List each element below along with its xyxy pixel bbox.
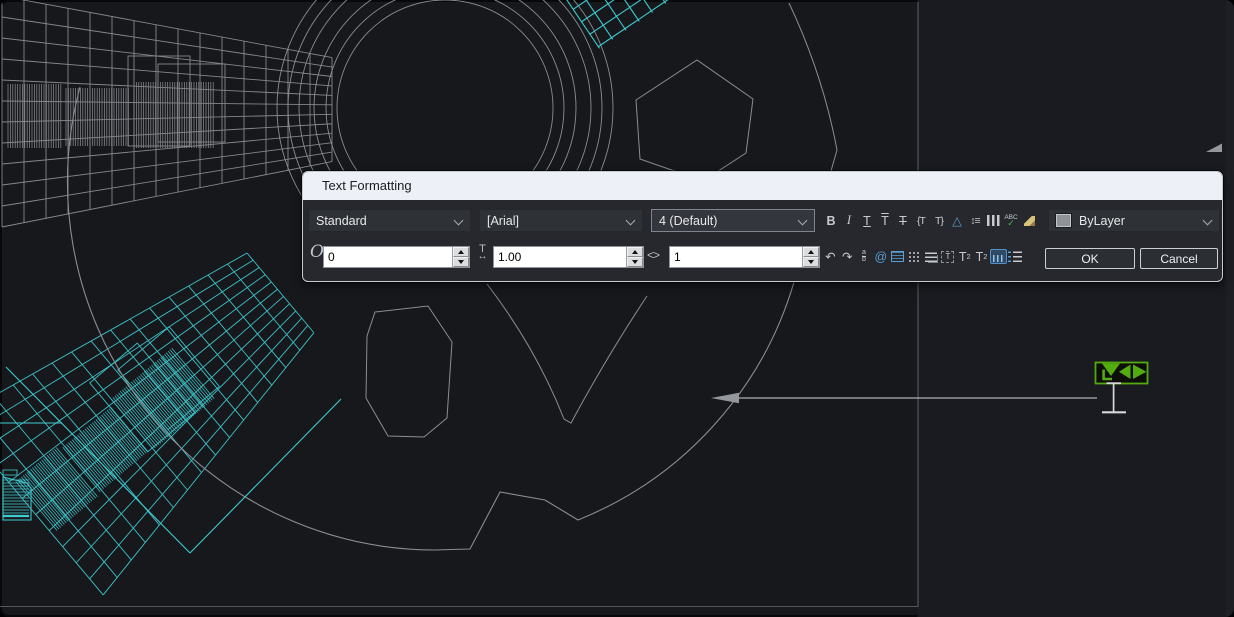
hexagon-cutout — [636, 60, 753, 181]
bold-icon[interactable]: B — [822, 211, 840, 231]
oblique-angle-field — [323, 246, 470, 268]
color-swatch — [1056, 214, 1071, 227]
oblique-angle-input[interactable] — [324, 247, 452, 267]
spoke-window — [487, 284, 647, 423]
match-properties-icon[interactable] — [1020, 211, 1038, 231]
text-formatting-dialog: Text Formatting Standard [Arial] 4 (Defa… — [302, 171, 1223, 282]
meshed-part — [2, 0, 332, 227]
strikethrough-icon[interactable]: T — [894, 211, 912, 231]
spin-down-button[interactable] — [627, 257, 643, 267]
large-gear-outline — [68, 87, 794, 550]
text-color-combo[interactable]: ByLayer — [1048, 209, 1220, 232]
subscript-icon[interactable]: T2 — [973, 247, 990, 267]
pentagon-cutout — [366, 306, 452, 437]
overline-icon[interactable]: T — [876, 211, 894, 231]
font-combo[interactable]: [Arial] — [479, 209, 643, 232]
oblique-spinner — [452, 247, 469, 267]
right-viewport-shade — [918, 0, 1234, 617]
width-factor-field — [669, 246, 820, 268]
stack-icon[interactable]: ab — [856, 247, 873, 267]
format-icon-strip: BITTT{TT}△↕≡ABC✓ — [822, 209, 1038, 232]
application-window: Text Formatting Standard [Arial] 4 (Defa… — [0, 0, 1234, 617]
ok-button[interactable]: OK — [1045, 248, 1135, 269]
chevron-down-icon — [454, 216, 464, 226]
tracking-icon: T ↔ — [472, 244, 493, 262]
text-height-combo[interactable]: 4 (Default) — [651, 209, 815, 232]
text-color-value: ByLayer — [1079, 214, 1125, 228]
make-uppercase-icon[interactable]: {T — [912, 211, 930, 231]
chevron-down-icon — [626, 216, 636, 226]
distribute-icon[interactable] — [906, 247, 923, 267]
spin-down-button[interactable] — [453, 257, 469, 267]
gear-rim-arc — [789, 3, 837, 171]
undo-icon[interactable]: ↶ — [822, 247, 839, 267]
dialog-titlebar[interactable]: Text Formatting — [303, 172, 1222, 200]
spin-down-button[interactable] — [803, 257, 819, 267]
paragraph-icon[interactable] — [923, 247, 940, 267]
symbol-icon[interactable]: @ — [872, 247, 889, 267]
make-lowercase-icon[interactable]: T} — [930, 211, 948, 231]
insert-field-icon[interactable] — [889, 247, 906, 267]
tracking-spinner — [626, 247, 643, 267]
tracking-input[interactable] — [494, 247, 626, 267]
column-width-grip[interactable] — [1096, 363, 1148, 384]
cancel-button[interactable]: Cancel — [1140, 248, 1218, 269]
superscript-icon[interactable]: T2 — [956, 247, 973, 267]
italic-icon[interactable]: I — [840, 211, 858, 231]
spin-up-button[interactable] — [803, 247, 819, 257]
width-factor-input[interactable] — [670, 247, 802, 267]
text-height-value: 4 (Default) — [659, 214, 717, 228]
font-value: [Arial] — [487, 214, 519, 228]
columns-icon[interactable] — [984, 211, 1002, 231]
text-frame-icon[interactable]: T — [940, 247, 957, 267]
tool-icon-strip: ↶↷ab@TT2T2 — [822, 245, 1024, 268]
chevron-down-icon — [798, 216, 808, 226]
dialog-body: Standard [Arial] 4 (Default) BITTT{TT}△↕… — [303, 200, 1222, 281]
chevron-down-icon — [1203, 216, 1213, 226]
bullets-numbering-icon[interactable] — [1007, 247, 1024, 267]
tracking-field — [493, 246, 644, 268]
oblique-angle-icon: O — [310, 242, 324, 262]
spin-up-button[interactable] — [453, 247, 469, 257]
annotative-icon[interactable]: △ — [948, 211, 966, 231]
width-factor-spinner — [802, 247, 819, 267]
redo-icon[interactable]: ↷ — [839, 247, 856, 267]
spell-check-icon[interactable]: ABC✓ — [1002, 211, 1020, 231]
text-style-value: Standard — [316, 214, 367, 228]
drawing-canvas[interactable] — [0, 0, 1234, 617]
text-style-combo[interactable]: Standard — [308, 209, 471, 232]
width-factor-icon: <> — [647, 248, 659, 262]
cyan-mini-mesh — [548, 0, 706, 48]
ruler-toggle-icon[interactable] — [990, 247, 1007, 267]
line-spacing-icon[interactable]: ↕≡ — [966, 211, 984, 231]
underline-icon[interactable]: T — [858, 211, 876, 231]
window-right-edge — [1226, 0, 1234, 617]
spin-up-button[interactable] — [627, 247, 643, 257]
